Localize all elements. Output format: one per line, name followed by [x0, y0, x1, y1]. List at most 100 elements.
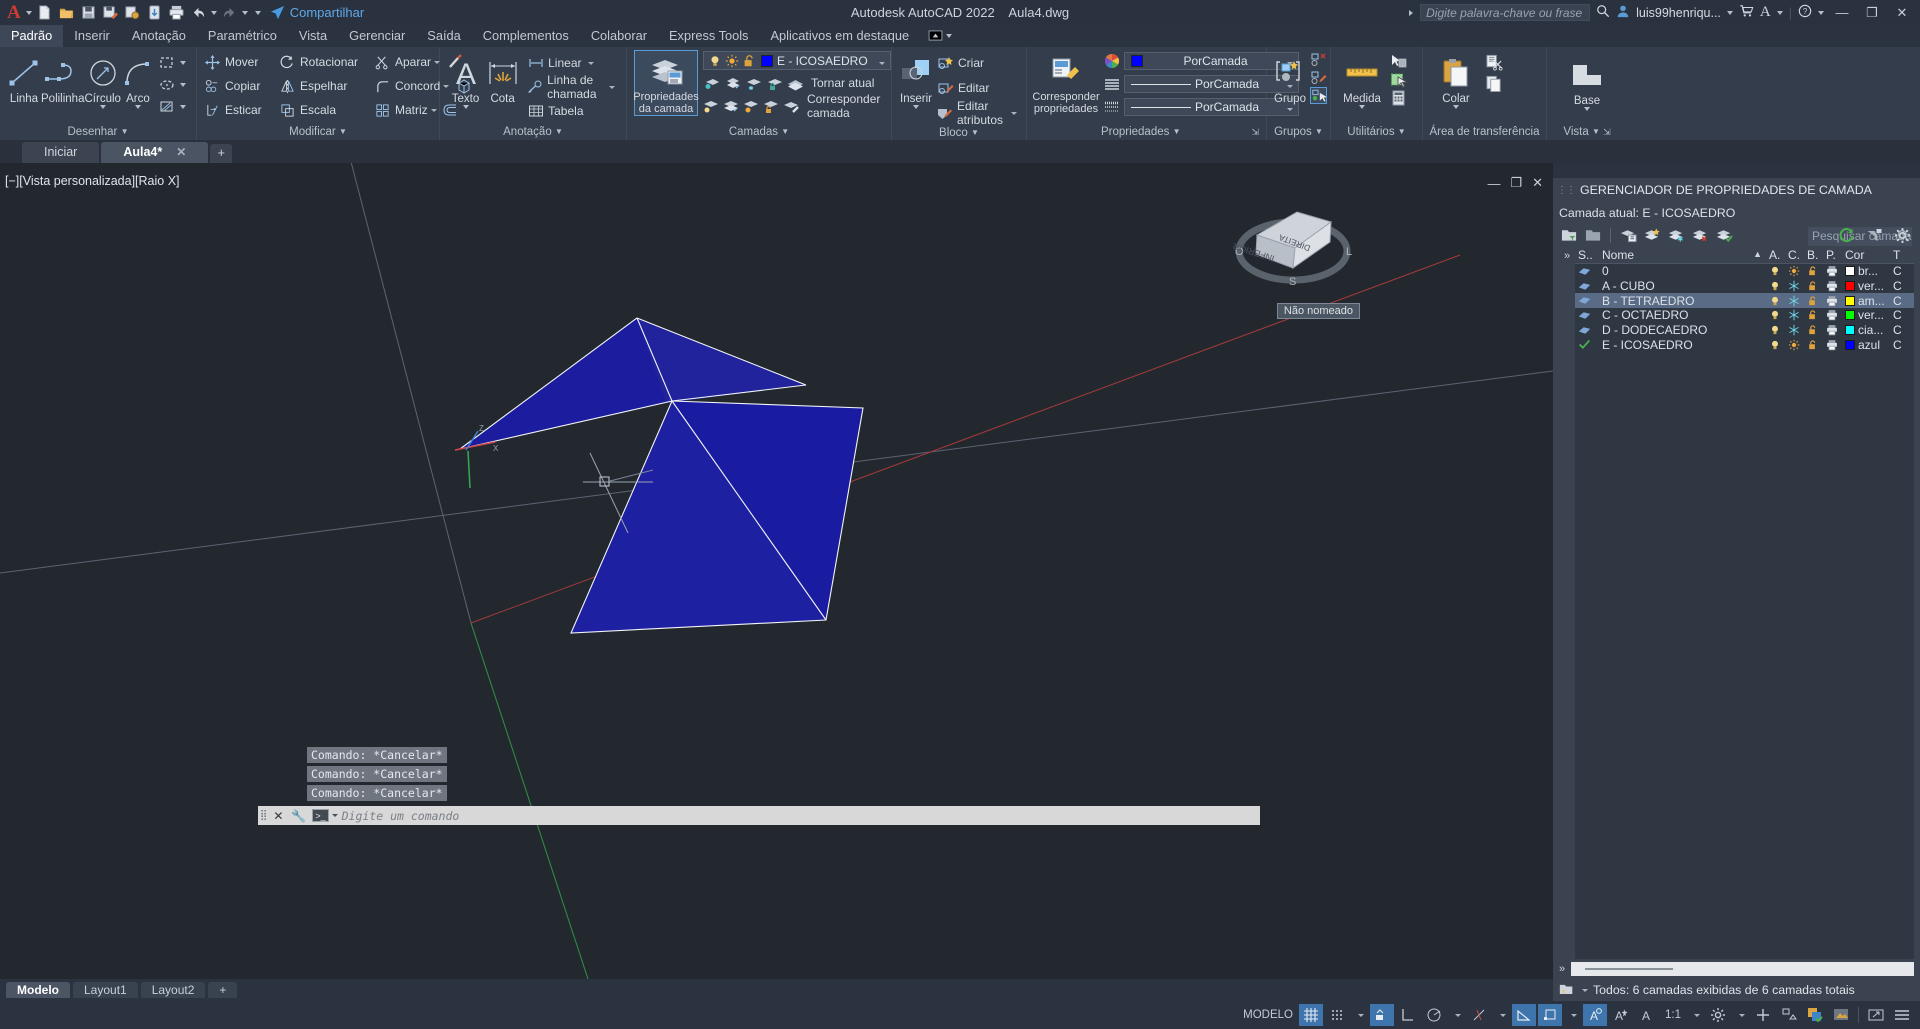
layer-off-icon[interactable]: [703, 98, 719, 115]
customize-qat-icon[interactable]: [254, 10, 261, 15]
ribbon-tab-aplicativos[interactable]: Aplicativos em destaque: [759, 25, 920, 47]
autodesk-a-icon[interactable]: A: [1760, 4, 1771, 21]
cell-color[interactable]: br...: [1842, 264, 1890, 278]
cell-status[interactable]: [1575, 281, 1599, 292]
snap-icon[interactable]: [1325, 1004, 1349, 1026]
layer-thaw-all-icon[interactable]: [743, 98, 759, 115]
expand-filter-tree-icon[interactable]: »: [1564, 250, 1570, 959]
corresponder-propriedades-button[interactable]: Corresponder propriedades: [1032, 50, 1100, 115]
inserir-chevron-icon[interactable]: [913, 105, 919, 109]
cell-plot[interactable]: [1823, 265, 1842, 277]
autodesk-chevron-icon[interactable]: [1776, 10, 1783, 15]
cell-lock[interactable]: [1804, 295, 1823, 307]
cell-color[interactable]: cia...: [1842, 323, 1890, 337]
layout-tab-layout1[interactable]: Layout1: [73, 982, 138, 998]
layer-isolate-icon[interactable]: [703, 75, 720, 92]
snap-chevron-icon[interactable]: [1351, 1004, 1368, 1026]
layer-combo-chevron-icon[interactable]: [879, 61, 885, 65]
cell-lock[interactable]: [1804, 265, 1823, 277]
edit-block-icon[interactable]: [937, 80, 954, 97]
new-layout-button[interactable]: +: [208, 982, 238, 998]
cell-status[interactable]: [1575, 339, 1599, 350]
object-snap-icon[interactable]: [1467, 1004, 1491, 1026]
command-line-close-icon[interactable]: ✕: [269, 809, 287, 823]
account-name[interactable]: luis99henriqu...: [1636, 6, 1721, 20]
ribbon-tabs[interactable]: Padrão Inserir Anotação Paramétrico Vist…: [0, 25, 1920, 47]
panel-title-anotacao[interactable]: Anotação ▼: [443, 124, 623, 140]
cell-status[interactable]: [1575, 295, 1599, 306]
quick-access-toolbar[interactable]: A Compartilhar: [0, 3, 364, 22]
drawing-canvas[interactable]: [−][Vista personalizada][Raio X] — ❐ ✕ Z…: [0, 163, 1553, 979]
editar-atributos-label[interactable]: Editar atributos: [957, 99, 1004, 127]
print-icon[interactable]: [167, 3, 186, 22]
horizontal-scrollbar[interactable]: [1571, 962, 1914, 976]
customization-plus-icon[interactable]: [1751, 1004, 1775, 1026]
cell-name[interactable]: E - ICOSAEDRO: [1599, 338, 1766, 352]
new-group-filter-icon[interactable]: [1583, 225, 1603, 245]
table-icon[interactable]: [527, 103, 544, 120]
command-line-grip-icon[interactable]: ⣿: [258, 810, 269, 821]
cell-lock[interactable]: [1804, 309, 1823, 321]
autocad-logo-icon[interactable]: A: [5, 3, 23, 22]
texto-chevron-icon[interactable]: [462, 105, 469, 109]
palette-title-bar[interactable]: ⋮⋮ GERENCIADOR DE PROPRIEDADES DE CAMADA: [1553, 178, 1920, 202]
filter-status-chevron-icon[interactable]: [1582, 988, 1588, 992]
cell-freeze[interactable]: [1785, 295, 1804, 307]
panel-title-propriedades[interactable]: Propriedades ▼ ⇲: [1030, 124, 1263, 140]
ellipse-icon[interactable]: [159, 77, 176, 94]
redo-chevron-icon[interactable]: [241, 10, 248, 15]
account-chevron-icon[interactable]: [1726, 10, 1733, 15]
set-current-layer-icon[interactable]: [1714, 225, 1734, 245]
lineweight-icon[interactable]: [1103, 99, 1120, 116]
new-layer-icon[interactable]: [1642, 225, 1662, 245]
circulo-chevron-icon[interactable]: [99, 105, 106, 109]
plot-preview-icon[interactable]: [123, 3, 142, 22]
ellipse-chevron-icon[interactable]: [179, 83, 186, 87]
column-status[interactable]: S..: [1575, 248, 1599, 262]
polar-chevron-icon[interactable]: [1448, 1004, 1465, 1026]
cart-icon[interactable]: [1739, 4, 1754, 21]
cell-linetype[interactable]: C: [1890, 279, 1910, 293]
cell-linetype[interactable]: C: [1890, 308, 1910, 322]
ribbon-tab-inserir[interactable]: Inserir: [63, 25, 121, 47]
tornar-atual-label[interactable]: Tornar atual: [808, 76, 874, 90]
linetype-icon[interactable]: [1103, 76, 1120, 93]
cell-color[interactable]: ver...: [1842, 308, 1890, 322]
layer-states-manager-icon[interactable]: [1618, 225, 1638, 245]
palette-grip-icon[interactable]: ⋮⋮: [1557, 185, 1576, 196]
cell-lock[interactable]: [1804, 280, 1823, 292]
edit-attributes-icon[interactable]: [937, 105, 953, 122]
file-tab-iniciar[interactable]: Iniciar: [22, 142, 100, 163]
base-button[interactable]: Base: [1561, 53, 1613, 111]
column-tipo[interactable]: T: [1890, 248, 1910, 262]
vista-dialog-launcher-icon[interactable]: ⇲: [1603, 127, 1611, 137]
ortho-icon[interactable]: [1512, 1004, 1536, 1026]
copy-clip-icon[interactable]: [1486, 75, 1503, 92]
cell-freeze[interactable]: [1785, 309, 1804, 321]
esticar-label[interactable]: Esticar: [221, 103, 279, 117]
annotation-visibility-icon[interactable]: A: [1583, 1004, 1607, 1026]
cell-status[interactable]: [1575, 325, 1599, 336]
filter-status-icon[interactable]: [1559, 982, 1574, 999]
polilinha-button[interactable]: Polilinha: [41, 51, 84, 105]
make-current-icon[interactable]: [787, 75, 804, 92]
cell-plot[interactable]: [1823, 324, 1842, 336]
cell-plot[interactable]: [1823, 309, 1842, 321]
colar-chevron-icon[interactable]: [1453, 105, 1459, 109]
criar-label[interactable]: Criar: [958, 56, 984, 70]
new-file-tab-button[interactable]: +: [210, 144, 233, 163]
table-row[interactable]: B - TETRAEDRO am... C: [1575, 293, 1914, 309]
ribbon-tab-parametrico[interactable]: Paramétrico: [197, 25, 288, 47]
linear-label[interactable]: Linear: [548, 56, 581, 70]
cell-freeze[interactable]: [1785, 280, 1804, 292]
calculator-icon[interactable]: [1390, 89, 1407, 106]
panel-title-camadas[interactable]: Camadas ▼: [630, 124, 888, 140]
minimize-button[interactable]: —: [1830, 5, 1854, 20]
clean-screen-icon[interactable]: [1829, 1004, 1853, 1026]
propriedades-dialog-launcher-icon[interactable]: ⇲: [1251, 124, 1263, 140]
space-toggle[interactable]: MODELO: [1239, 1004, 1297, 1026]
linha-de-chamada-label[interactable]: Linha de chamada: [547, 73, 602, 101]
layer-freeze-icon[interactable]: [745, 75, 762, 92]
matriz-chevron-icon[interactable]: [430, 108, 437, 112]
copiar-label[interactable]: Copiar: [221, 79, 279, 93]
